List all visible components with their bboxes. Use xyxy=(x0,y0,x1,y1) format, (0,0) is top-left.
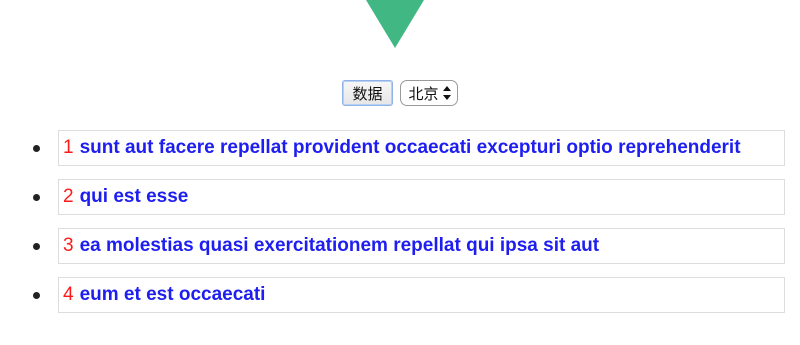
city-select-value: 北京 xyxy=(408,84,439,103)
post-title: eum et est occaecati xyxy=(79,284,266,305)
list-item[interactable]: 3 ea molestias quasi exercitationem repel… xyxy=(33,228,785,264)
city-select[interactable]: 北京 xyxy=(399,80,458,106)
post-number: 4 xyxy=(63,284,74,305)
bullet-icon xyxy=(33,243,40,250)
list-item[interactable]: 4 eum et est occaecati xyxy=(33,277,785,313)
bullet-icon xyxy=(33,194,40,201)
data-button[interactable]: 数据 xyxy=(342,80,393,106)
list-item[interactable]: 1 sunt aut facere repellat provident occa… xyxy=(33,130,785,166)
updown-arrows-icon xyxy=(442,86,452,100)
bullet-icon xyxy=(33,292,40,299)
post-number: 3 xyxy=(63,235,74,256)
list-item[interactable]: 2 qui est esse xyxy=(33,179,785,215)
post-title: qui est esse xyxy=(79,186,189,207)
controls-bar: 数据 北京 xyxy=(0,78,800,108)
post-title: ea molestias quasi exercitationem repell… xyxy=(79,235,600,256)
post-title: sunt aut facere repellat provident occae… xyxy=(79,137,741,158)
post-list: 1 sunt aut facere repellat provident occa… xyxy=(0,130,800,326)
post-number: 1 xyxy=(63,137,74,158)
logo-area xyxy=(0,0,800,60)
bullet-icon xyxy=(33,145,40,152)
vue-logo-icon xyxy=(366,0,424,48)
post-number: 2 xyxy=(63,186,74,207)
